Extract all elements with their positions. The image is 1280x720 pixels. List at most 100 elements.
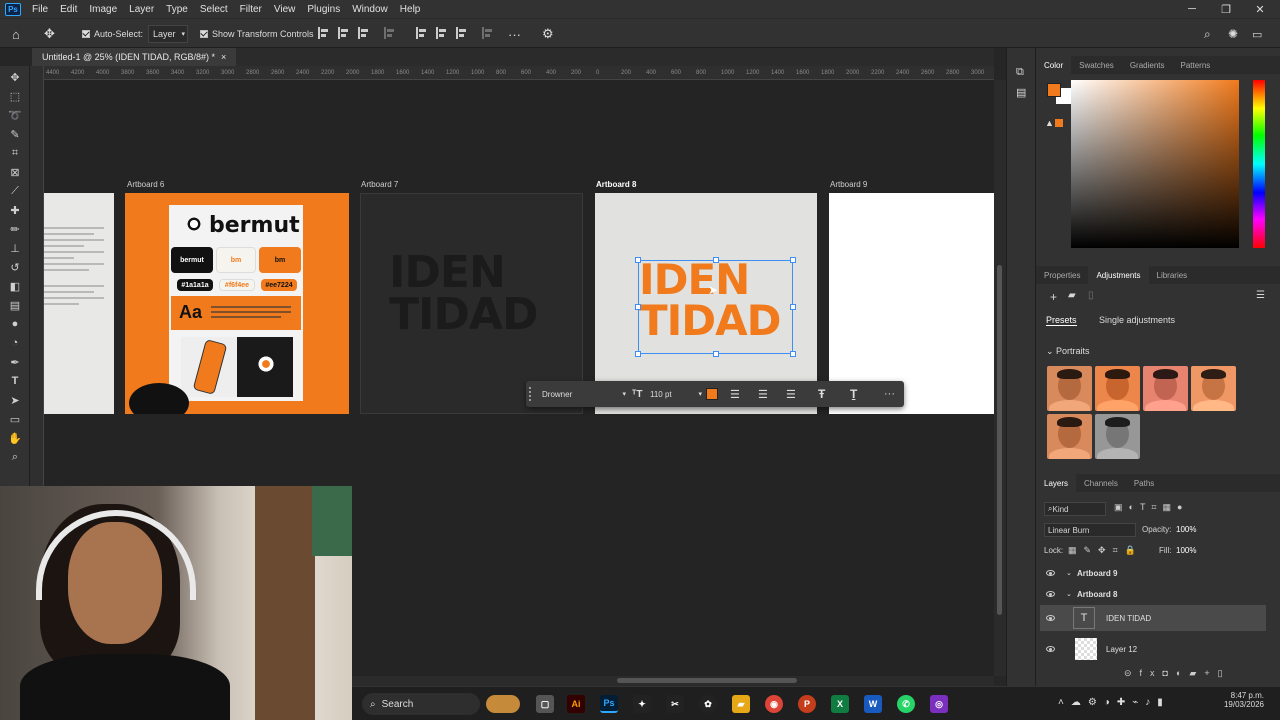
eye-icon[interactable] bbox=[1046, 591, 1055, 597]
menu-plugins[interactable]: Plugins bbox=[301, 4, 346, 15]
text-color-swatch[interactable] bbox=[706, 388, 718, 400]
list-view-icon[interactable]: ☰ bbox=[1256, 290, 1265, 301]
scrollbar-thumb[interactable] bbox=[997, 265, 1002, 615]
illustrator-icon[interactable]: Ai bbox=[567, 695, 585, 713]
show-transform-checkbox[interactable]: Show Transform Controls bbox=[200, 25, 314, 43]
align-middle-icon[interactable] bbox=[436, 27, 448, 39]
menu-type[interactable]: Type bbox=[160, 4, 194, 15]
preset-thumbnail[interactable] bbox=[1047, 414, 1092, 459]
color-picker-field[interactable] bbox=[1071, 80, 1239, 248]
document-tab[interactable]: Untitled-1 @ 25% (IDEN TIDAD, RGB/8#) * … bbox=[32, 48, 237, 66]
align-center-icon[interactable] bbox=[338, 27, 350, 39]
close-tab-icon[interactable]: × bbox=[221, 52, 226, 62]
more-options-button[interactable]: ··· bbox=[508, 25, 521, 43]
menu-window[interactable]: Window bbox=[346, 4, 394, 15]
taskbar-search[interactable]: ⌕ Search bbox=[362, 693, 480, 715]
tab-gradients[interactable]: Gradients bbox=[1122, 56, 1173, 74]
vertical-scrollbar[interactable] bbox=[994, 80, 1006, 676]
auto-select-dropdown[interactable]: Layer ▾ bbox=[148, 25, 188, 43]
layer-filter-icons[interactable]: ▣◐T⌗▦● bbox=[1114, 502, 1188, 513]
brush-tool-icon[interactable]: ✏ bbox=[7, 222, 23, 236]
font-size-dropdown[interactable]: 110 pt ▾ bbox=[650, 387, 702, 401]
tab-swatches[interactable]: Swatches bbox=[1071, 56, 1122, 74]
dodge-tool-icon[interactable]: ◔ bbox=[7, 336, 23, 350]
figma-icon[interactable]: ✦ bbox=[633, 695, 651, 713]
distribute-vertical-icon[interactable] bbox=[482, 27, 494, 39]
artboard-partial-left[interactable] bbox=[44, 193, 114, 414]
home-icon[interactable]: ⌂ bbox=[12, 25, 20, 43]
hue-slider[interactable] bbox=[1253, 80, 1265, 248]
stamp-tool-icon[interactable]: ⊥ bbox=[7, 241, 23, 255]
align-right-icon[interactable] bbox=[358, 27, 370, 39]
transform-handle[interactable] bbox=[790, 351, 796, 357]
tab-libraries[interactable]: Libraries bbox=[1149, 266, 1196, 284]
widgets-icon[interactable] bbox=[486, 695, 520, 713]
tab-adjustments[interactable]: Adjustments bbox=[1088, 266, 1149, 284]
restore-button[interactable]: ❐ bbox=[1209, 0, 1243, 18]
foreground-color-swatch[interactable] bbox=[1047, 83, 1061, 97]
pen-tool-icon[interactable]: ✒ bbox=[7, 355, 23, 369]
character-panel-icon[interactable]: Ṯ bbox=[850, 387, 857, 401]
folder-icon[interactable]: ▰ bbox=[1068, 290, 1076, 301]
menu-edit[interactable]: Edit bbox=[54, 4, 83, 15]
eyedropper-tool-icon[interactable]: ⟋ bbox=[7, 184, 23, 198]
drag-handle-icon[interactable] bbox=[529, 387, 533, 401]
horizontal-scrollbar[interactable] bbox=[352, 676, 994, 686]
menu-select[interactable]: Select bbox=[194, 4, 234, 15]
transform-handle[interactable] bbox=[635, 304, 641, 310]
system-tray-icons[interactable]: ˄☁⚙◑✚⌁♪▮ bbox=[1058, 697, 1170, 708]
app-icon[interactable]: ✿ bbox=[699, 695, 717, 713]
transform-handle[interactable] bbox=[790, 257, 796, 263]
lock-icons[interactable]: ▦✎✥⌗🔒 bbox=[1068, 545, 1143, 556]
app-icon[interactable]: ◎ bbox=[930, 695, 948, 713]
blur-tool-icon[interactable]: ● bbox=[7, 317, 23, 331]
excel-icon[interactable]: X bbox=[831, 695, 849, 713]
preset-thumbnail[interactable] bbox=[1191, 366, 1236, 411]
add-icon[interactable]: + bbox=[1050, 290, 1057, 304]
layer-row-iden-tidad[interactable]: T IDEN TIDAD bbox=[1040, 605, 1266, 631]
warp-text-icon[interactable]: Ŧ bbox=[818, 387, 825, 401]
gear-icon[interactable]: ⚙ bbox=[542, 25, 554, 43]
zoom-tool-icon[interactable]: ⌕ bbox=[7, 450, 23, 464]
portraits-group-header[interactable]: ⌄ Portraits bbox=[1046, 346, 1090, 357]
move-tool-icon[interactable]: ✥ bbox=[7, 70, 23, 84]
distribute-icon[interactable] bbox=[384, 27, 396, 39]
tab-channels[interactable]: Channels bbox=[1076, 474, 1126, 492]
menu-image[interactable]: Image bbox=[83, 4, 123, 15]
align-right-text-icon[interactable]: ☰ bbox=[786, 387, 796, 401]
close-button[interactable]: ✕ bbox=[1243, 0, 1277, 18]
history-brush-icon[interactable]: ↺ bbox=[7, 260, 23, 274]
subtab-presets[interactable]: Presets bbox=[1046, 315, 1077, 326]
align-left-text-icon[interactable]: ☰ bbox=[730, 387, 740, 401]
chevron-down-icon[interactable]: ⌄ bbox=[1066, 590, 1072, 598]
web-safe-swatch[interactable] bbox=[1055, 119, 1063, 127]
blend-mode-dropdown[interactable]: Linear Burn bbox=[1044, 523, 1136, 537]
powerpoint-icon[interactable]: P bbox=[798, 695, 816, 713]
tab-patterns[interactable]: Patterns bbox=[1173, 56, 1219, 74]
eye-icon[interactable] bbox=[1046, 646, 1055, 652]
artboard-9-label[interactable]: Artboard 9 bbox=[830, 180, 867, 189]
transform-handle[interactable] bbox=[713, 351, 719, 357]
chrome-icon[interactable]: ◉ bbox=[765, 695, 783, 713]
layer-row-artboard-9[interactable]: ⌄ Artboard 9 bbox=[1040, 564, 1266, 582]
comments-panel-icon[interactable]: ▤ bbox=[1016, 86, 1026, 99]
type-tool-icon[interactable]: T bbox=[7, 374, 23, 388]
gradient-tool-icon[interactable]: ▤ bbox=[7, 298, 23, 312]
file-explorer-icon[interactable]: ▢ bbox=[536, 695, 554, 713]
tab-color[interactable]: Color bbox=[1036, 56, 1072, 74]
context-more-button[interactable]: ··· bbox=[884, 387, 895, 401]
preset-thumbnail[interactable] bbox=[1095, 366, 1140, 411]
artboard-8-label[interactable]: Artboard 8 bbox=[596, 180, 636, 189]
transform-handle[interactable] bbox=[713, 257, 719, 263]
layer-row-artboard-8[interactable]: ⌄ Artboard 8 bbox=[1040, 585, 1266, 603]
path-select-icon[interactable]: ➤ bbox=[7, 393, 23, 407]
layer-filter-dropdown[interactable]: ⌕ Kind bbox=[1044, 502, 1106, 516]
clock[interactable]: 8:47 p.m. 19/03/2026 bbox=[1216, 691, 1264, 709]
menu-filter[interactable]: Filter bbox=[234, 4, 268, 15]
opacity-input[interactable]: 100% bbox=[1176, 525, 1196, 534]
preset-thumbnail[interactable] bbox=[1143, 366, 1188, 411]
menu-file[interactable]: File bbox=[26, 4, 54, 15]
align-left-icon[interactable] bbox=[318, 27, 330, 39]
menu-view[interactable]: View bbox=[268, 4, 302, 15]
capcut-icon[interactable]: ✂ bbox=[666, 695, 684, 713]
